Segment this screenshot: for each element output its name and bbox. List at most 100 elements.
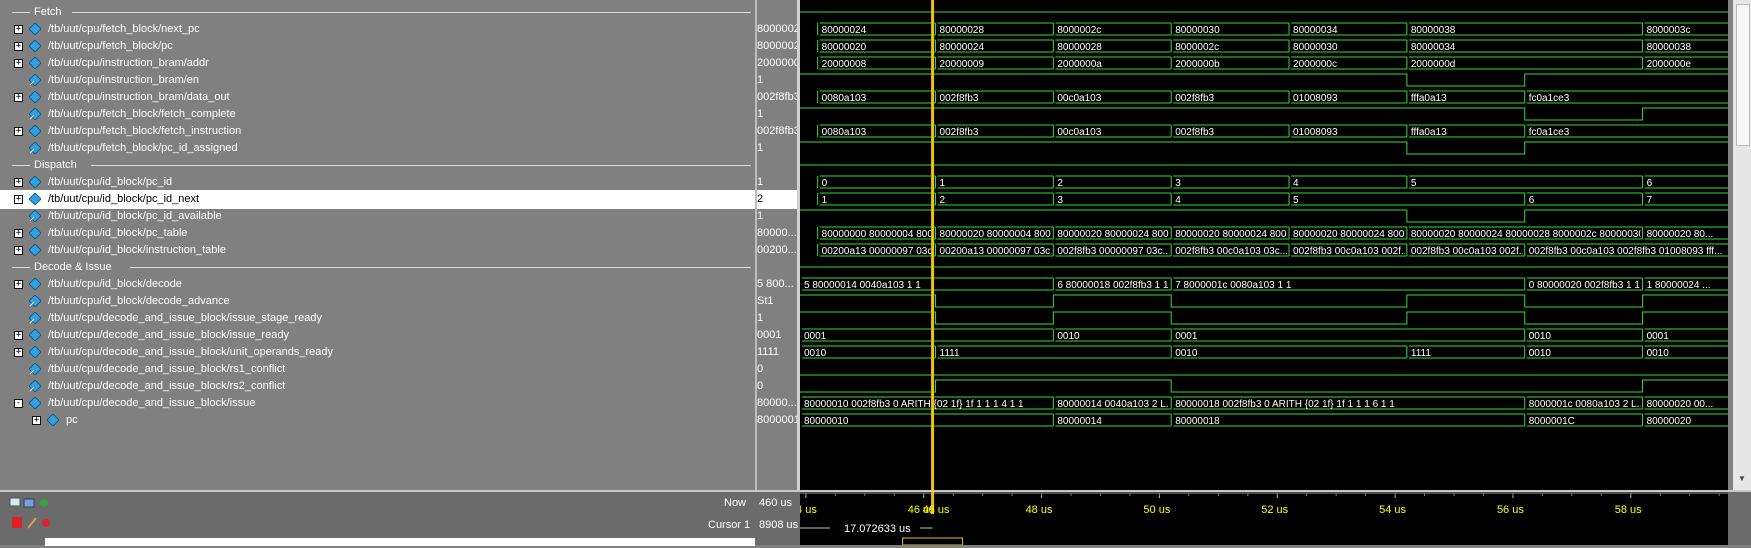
bit-wave[interactable] [800, 379, 1728, 393]
signal-icon [28, 124, 42, 138]
bus-value-label: 1 [822, 195, 828, 206]
bus-wave[interactable]: 80000010 80000014 80000018 8000001C 80000020 [802, 413, 1728, 427]
bus-value-label: 80000038 [1647, 42, 1692, 53]
expand-icon[interactable]: + [14, 348, 23, 357]
ruler-tick-label: 58 us [1615, 504, 1642, 516]
bit-wave[interactable] [800, 141, 1728, 155]
signal-icon [28, 192, 42, 206]
signal-row[interactable]: /tb/uut/cpu/fetch_block/pc_id_assigned [0, 139, 755, 158]
bus-value-label: 0 80000020 002f8fb3 1 1 [1529, 280, 1641, 291]
bus-value-label: 5 80000014 0040a103 1 1 [804, 280, 921, 291]
bus-value-label: 0010 [1647, 348, 1670, 359]
bus-value-label: 0010 [1529, 348, 1552, 359]
bus-value-label: 002f8fb3 00c0a103 002f... [1293, 246, 1409, 257]
bus-wave[interactable]: 00200a13 00000097 03c...00200a13 0000009… [817, 243, 1728, 257]
bus-value-label: 5 [1411, 178, 1417, 189]
signal-name: /tb/uut/cpu/fetch_block/pc_id_assigned [48, 142, 238, 154]
bus-value-label: 80000028 [940, 25, 985, 36]
collapse-icon[interactable]: - [14, 399, 23, 408]
bus-value-label: 1 80000024 ... [1647, 280, 1711, 291]
bus-value-label: 80000018 002f8fb3 0 ARITH {02 1f} 1f 1 1… [1175, 399, 1395, 410]
bus-value-label: 80000010 [804, 416, 849, 427]
scrollbar-thumb[interactable] [1736, 4, 1750, 146]
bus-wave[interactable]: 80000000 80000004 800...80000020 8000000… [817, 226, 1728, 240]
bus-value-label: 2000000d [1411, 59, 1456, 70]
now-value: 460 us [759, 497, 793, 509]
expand-icon[interactable]: + [14, 195, 23, 204]
bus-value-label: 00c0a103 [1057, 127, 1101, 138]
bus-value-label: 8000002c [1057, 25, 1101, 36]
bus-wave[interactable]: 80000024 80000028 8000002c 80000030 80000034… [817, 22, 1728, 36]
bus-value-label: 2000000a [1057, 59, 1102, 70]
bus-value-label: 80000010 002f8fb3 0 ARITH {02 1f} 1f 1 1… [804, 399, 1024, 410]
signal-row[interactable]: + pc [0, 411, 755, 430]
bus-value-label: 0010 [1057, 331, 1080, 342]
waveform-canvas[interactable]: 80000024 80000028 8000002c 80000030 80000034… [800, 0, 1728, 490]
bus-wave[interactable]: 80000020 80000024 80000028 8000002c 80000030… [817, 39, 1728, 53]
bus-wave[interactable]: 80000010 002f8fb3 0 ARITH {02 1f} 1f 1 1… [802, 396, 1728, 410]
bus-value-label: 0010 [1529, 331, 1552, 342]
bus-wave[interactable]: 0010 1111 0010 1111 0010 0010 [802, 345, 1728, 359]
bus-value-label: 2 [1057, 178, 1063, 189]
expand-icon[interactable]: + [14, 127, 23, 136]
bit-wave[interactable] [800, 107, 1728, 121]
bit-wave[interactable] [800, 209, 1728, 223]
signal-icon [28, 141, 42, 155]
bus-value-label: 0010 [804, 348, 827, 359]
scroll-down-icon[interactable]: ▼ [1736, 474, 1748, 486]
signal-value: 00200... [757, 244, 797, 256]
bus-value-label: 80000020 80000024 800... [1293, 229, 1413, 240]
bit-wave[interactable] [800, 73, 1728, 87]
signal-icon [28, 90, 42, 104]
cursor-time-label: 46 us [923, 504, 950, 516]
bit-wave[interactable] [800, 294, 1728, 308]
expand-icon[interactable]: + [14, 280, 23, 289]
bus-wave[interactable]: 0 1 2 3 4 5 6 [817, 175, 1728, 189]
signal-icon [28, 39, 42, 53]
signal-value: 1 [757, 142, 764, 154]
expand-icon[interactable]: + [14, 178, 23, 187]
expand-icon[interactable]: + [14, 25, 23, 34]
bus-value-label: 002f8fb3 [940, 93, 979, 104]
signal-icon [28, 175, 42, 189]
horizontal-scrollbar[interactable] [45, 538, 755, 546]
pencil-icon [27, 517, 37, 529]
signal-row[interactable]: + /tb/uut/cpu/id_block/instruction_table [0, 241, 755, 260]
signal-name: /tb/uut/cpu/id_block/instruction_table [48, 244, 226, 256]
bus-wave[interactable]: 0001 0010 0001 0010 0001 [802, 328, 1728, 342]
expand-icon[interactable]: + [14, 331, 23, 340]
bus-wave[interactable]: 0080a103 002f8fb3 00c0a103 002f8fb3 01008093… [817, 124, 1728, 138]
bus-value-label: 80000018 [1175, 416, 1220, 427]
expand-icon[interactable]: + [14, 42, 23, 51]
signal-icon [28, 226, 42, 240]
bus-wave[interactable]: 0080a103 002f8fb3 00c0a103 002f8fb3 01008093… [817, 90, 1728, 104]
ruler-tick-label: 52 us [1261, 504, 1288, 516]
now-label: Now [724, 497, 747, 509]
bus-value-label: 80000020 80000004 800... [940, 229, 1060, 240]
bus-value-label: 4 [1175, 195, 1181, 206]
bus-value-label: 20000009 [940, 59, 985, 70]
expand-icon[interactable]: + [14, 246, 23, 255]
bit-wave[interactable] [800, 311, 1728, 325]
lock-icon [12, 517, 22, 528]
bus-value-label: 2000000b [1175, 59, 1220, 70]
expand-icon[interactable]: + [14, 229, 23, 238]
bus-wave[interactable]: 20000008 20000009 2000000a 2000000b 2000000c… [817, 56, 1728, 70]
bus-value-label: 6 [1647, 178, 1653, 189]
time-ruler[interactable]: 44 us 46 us 48 us 50 us 52 us 54 us 56 us 58 us… [790, 492, 1728, 546]
vertical-scrollbar[interactable]: ▼ [1733, 0, 1751, 490]
expand-icon[interactable]: + [14, 93, 23, 102]
bus-value-label: 01008093 [1293, 93, 1338, 104]
ruler-tick-label: 44 us [800, 504, 817, 516]
add-icon [40, 499, 48, 507]
bus-wave[interactable]: 5 80000014 0040a103 1 1 6 80000018 002f8f… [802, 277, 1728, 291]
signal-icon [28, 209, 42, 223]
bus-value-label: 8000003c [1647, 25, 1691, 36]
expand-icon[interactable]: + [14, 59, 23, 68]
signal-icon [28, 22, 42, 36]
bus-value-label: 80000020 [1647, 416, 1692, 427]
bus-wave[interactable]: 1 2 3 4 5 6 7 [817, 192, 1728, 206]
bus-value-label: 6 80000018 002f8fb3 1 1 [1057, 280, 1169, 291]
waveform-pane[interactable]: 80000024 80000028 8000002c 80000030 80000034… [800, 0, 1728, 490]
expand-icon[interactable]: + [32, 416, 41, 425]
